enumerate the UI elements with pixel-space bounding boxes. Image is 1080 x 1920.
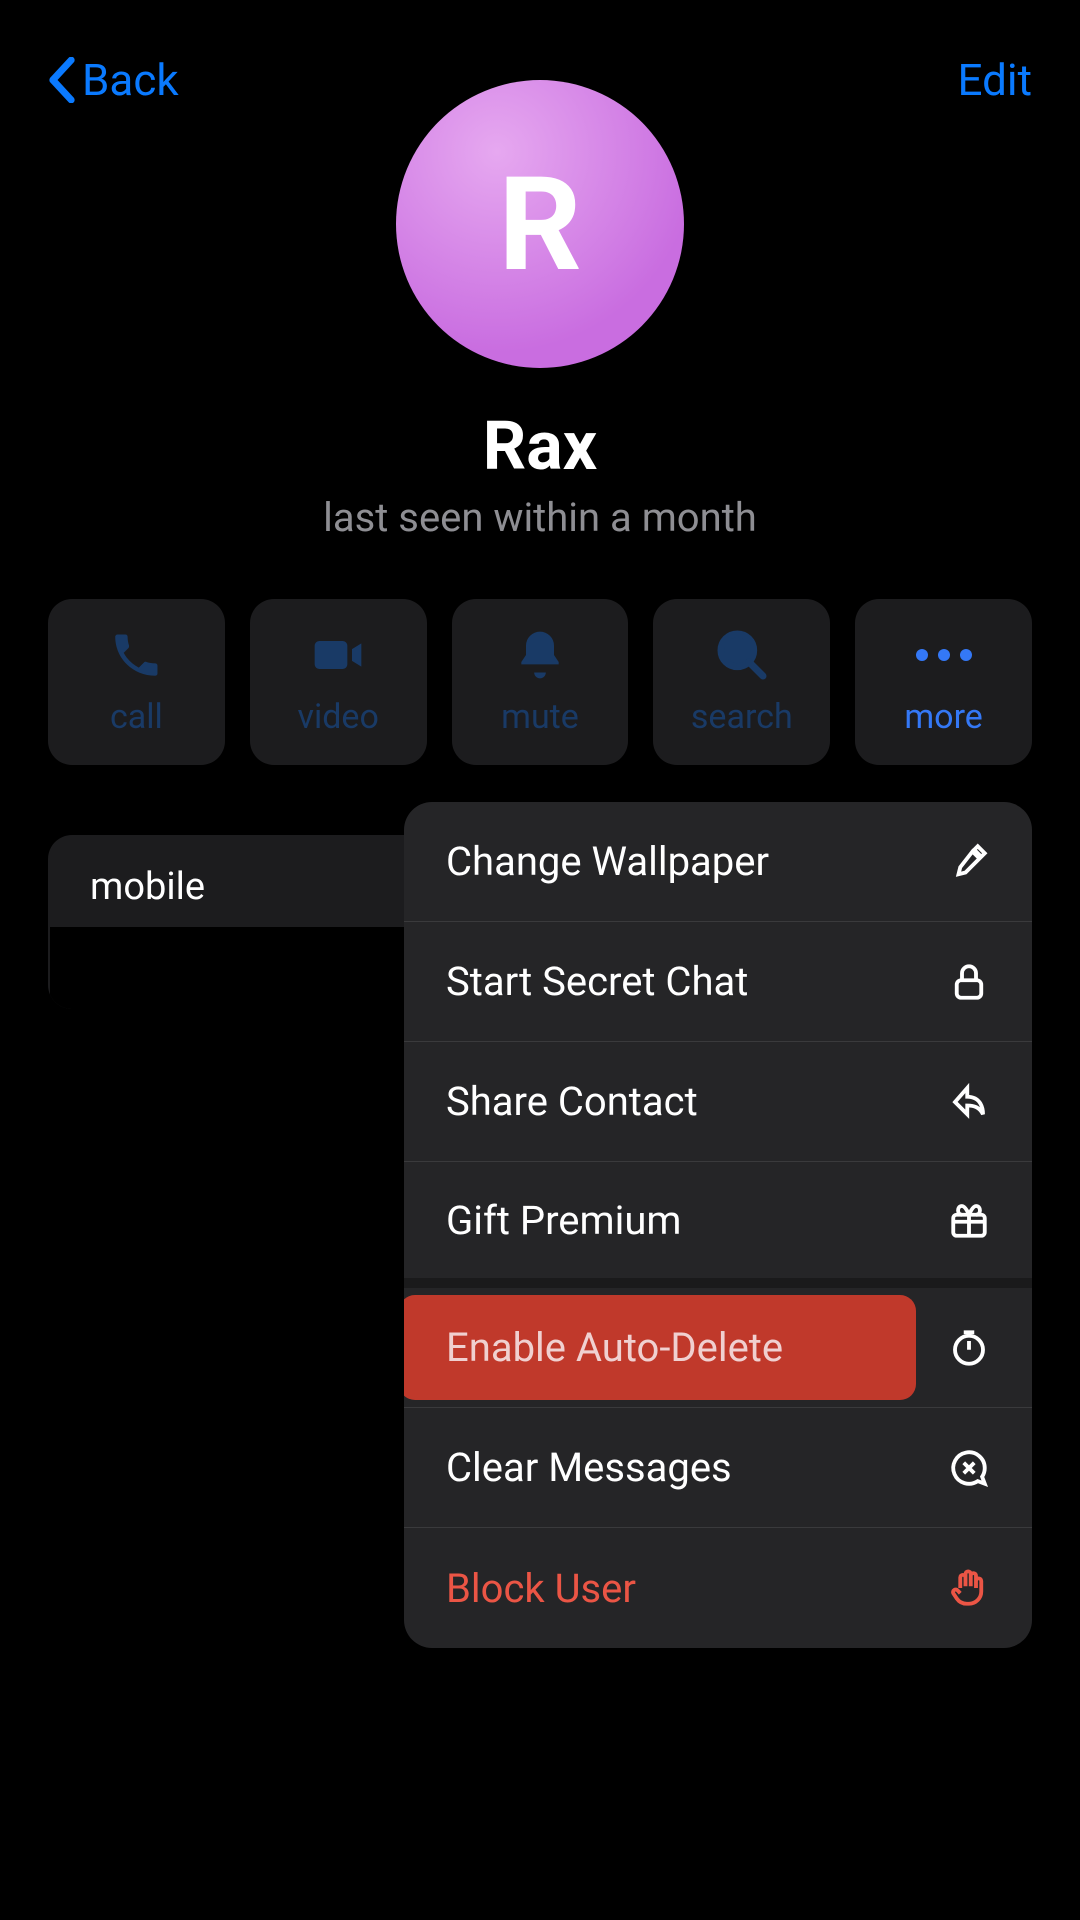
mute-label: mute: [501, 697, 579, 737]
share-icon: [948, 1081, 990, 1123]
profile-section: R Rax last seen within a month: [48, 80, 1032, 541]
menu-enable-auto-delete[interactable]: Enable Auto-Delete: [404, 1288, 1032, 1408]
menu-gift-premium[interactable]: Gift Premium: [404, 1162, 1032, 1288]
video-icon: [310, 627, 366, 683]
mute-button[interactable]: mute: [452, 599, 629, 765]
phone-icon: [108, 627, 164, 683]
more-label: more: [904, 697, 982, 737]
more-button[interactable]: more: [855, 599, 1032, 765]
edit-button[interactable]: Edit: [957, 54, 1032, 106]
video-button[interactable]: video: [250, 599, 427, 765]
menu-change-wallpaper[interactable]: Change Wallpaper: [404, 802, 1032, 922]
context-menu: Change Wallpaper Start Secret Chat Share…: [404, 802, 1032, 1648]
brush-icon: [948, 841, 990, 883]
back-label: Back: [82, 54, 179, 106]
search-button[interactable]: search: [653, 599, 830, 765]
video-label: video: [298, 697, 379, 737]
back-button[interactable]: Back: [48, 54, 179, 106]
actions-row: call video mute search more: [48, 599, 1032, 765]
avatar[interactable]: R: [396, 80, 684, 368]
clear-chat-icon: [948, 1447, 990, 1489]
menu-start-secret-chat[interactable]: Start Secret Chat: [404, 922, 1032, 1042]
menu-block-user[interactable]: Block User: [404, 1528, 1032, 1648]
search-icon: [714, 627, 770, 683]
menu-share-contact[interactable]: Share Contact: [404, 1042, 1032, 1162]
call-button[interactable]: call: [48, 599, 225, 765]
chevron-left-icon: [48, 57, 76, 103]
gift-icon: [948, 1199, 990, 1241]
menu-clear-messages[interactable]: Clear Messages: [404, 1408, 1032, 1528]
bell-icon: [512, 627, 568, 683]
timer-icon: [948, 1327, 990, 1369]
hand-icon: [948, 1567, 990, 1609]
profile-name: Rax: [483, 406, 598, 486]
search-label: search: [691, 697, 793, 737]
lock-icon: [948, 961, 990, 1003]
call-label: call: [110, 697, 163, 737]
profile-status: last seen within a month: [323, 494, 757, 541]
more-icon: [916, 627, 972, 683]
